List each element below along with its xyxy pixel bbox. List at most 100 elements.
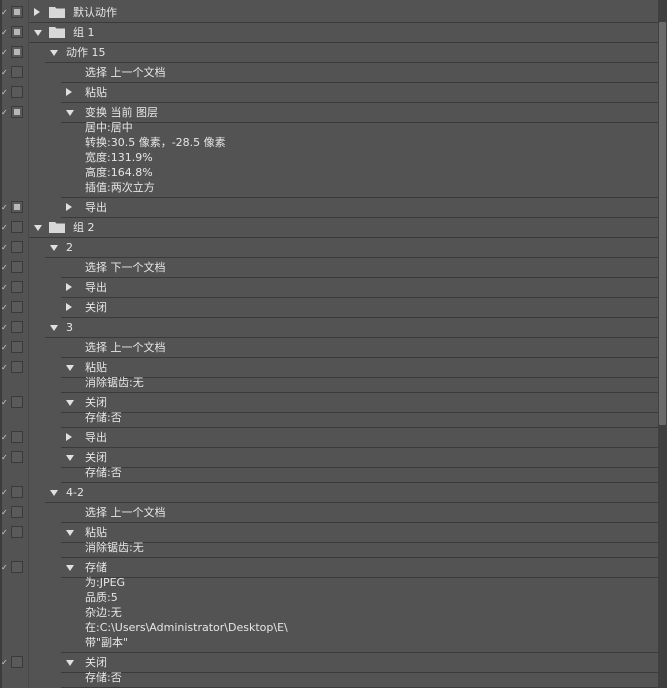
action-tree-label: 导出 [85, 431, 107, 444]
expanded-triangle-icon[interactable] [66, 365, 74, 371]
toggle-dialog-box-icon[interactable] [11, 241, 23, 253]
expanded-triangle-icon[interactable] [50, 325, 58, 331]
action-parameter-text: 存储:否 [85, 411, 122, 424]
toggle-item-check-icon[interactable]: ✓ [1, 88, 8, 97]
toggle-item-check-icon[interactable]: ✓ [1, 488, 8, 497]
toggle-dialog-box-icon[interactable] [11, 361, 23, 373]
action-tree-label: 粘贴 [85, 86, 107, 99]
toggle-item-check-icon[interactable]: ✓ [1, 283, 8, 292]
collapsed-triangle-icon[interactable] [66, 88, 72, 96]
toggle-item-check-icon[interactable]: ✓ [1, 398, 8, 407]
expanded-triangle-icon[interactable] [66, 455, 74, 461]
action-tree-row[interactable]: ✓ 3 [0, 318, 658, 338]
action-tree-row[interactable]: ✓ 选择 上一个文档 [0, 63, 658, 83]
toggle-item-check-icon[interactable]: ✓ [1, 363, 8, 372]
toggle-item-check-icon[interactable]: ✓ [1, 343, 8, 352]
collapsed-triangle-icon[interactable] [34, 8, 40, 16]
expanded-triangle-icon[interactable] [66, 530, 74, 536]
expanded-triangle-icon[interactable] [34, 225, 42, 231]
toggle-dialog-box-icon[interactable] [11, 66, 23, 78]
action-parameter-text: 消除锯齿:无 [85, 541, 144, 554]
toggle-dialog-box-icon[interactable] [11, 26, 23, 38]
toggle-item-check-icon[interactable]: ✓ [1, 528, 8, 537]
expanded-triangle-icon[interactable] [50, 490, 58, 496]
collapsed-triangle-icon[interactable] [66, 433, 72, 441]
toggle-item-check-icon[interactable]: ✓ [1, 68, 8, 77]
action-tree-label: 变换 当前 图层 [85, 106, 158, 119]
toggle-item-check-icon[interactable]: ✓ [1, 323, 8, 332]
action-parameter-text: 消除锯齿:无 [85, 376, 144, 389]
toggle-item-check-icon[interactable]: ✓ [1, 48, 8, 57]
toggle-dialog-box-icon[interactable] [11, 281, 23, 293]
expanded-triangle-icon[interactable] [50, 50, 58, 56]
toggle-item-check-icon[interactable]: ✓ [1, 453, 8, 462]
toggle-dialog-box-icon[interactable] [11, 486, 23, 498]
toggle-item-check-icon[interactable]: ✓ [1, 243, 8, 252]
action-tree-row[interactable]: ✓ 导出 [0, 428, 658, 448]
toggle-item-check-icon[interactable]: ✓ [1, 108, 8, 117]
action-tree-row[interactable]: ✓ 动作 15 [0, 43, 658, 63]
action-tree-row[interactable]: ✓ 4-2 [0, 483, 658, 503]
action-tree-label: 组 2 [73, 221, 95, 234]
collapsed-triangle-icon[interactable] [66, 283, 72, 291]
toggle-item-check-icon[interactable]: ✓ [1, 508, 8, 517]
row-separator [61, 377, 658, 378]
toggle-dialog-box-icon[interactable] [11, 561, 23, 573]
toggle-dialog-box-icon[interactable] [11, 341, 23, 353]
toggle-dialog-box-icon[interactable] [11, 451, 23, 463]
toggle-dialog-box-icon[interactable] [11, 46, 23, 58]
action-tree-row[interactable]: ✓ 组 2 [0, 218, 658, 238]
collapsed-triangle-icon[interactable] [66, 303, 72, 311]
expanded-triangle-icon[interactable] [66, 400, 74, 406]
toggle-dialog-box-icon[interactable] [11, 86, 23, 98]
action-tree-row[interactable]: ✓ 选择 上一个文档 [0, 503, 658, 523]
action-tree-row[interactable]: ✓ 导出 [0, 278, 658, 298]
toggle-dialog-box-icon[interactable] [11, 106, 23, 118]
toggle-dialog-box-icon[interactable] [11, 261, 23, 273]
toggle-item-check-icon[interactable]: ✓ [1, 263, 8, 272]
toggle-dialog-box-icon[interactable] [11, 6, 23, 18]
action-tree-row[interactable]: ✓ 关闭 [0, 298, 658, 318]
row-separator [61, 542, 658, 543]
action-tree-label: 关闭 [85, 301, 107, 314]
row-separator [61, 122, 658, 123]
action-tree-row[interactable]: ✓ 选择 上一个文档 [0, 338, 658, 358]
toggle-item-check-icon[interactable]: ✓ [1, 433, 8, 442]
toggle-item-check-icon[interactable]: ✓ [1, 223, 8, 232]
action-parameter-text: 为:JPEG [85, 576, 126, 589]
action-parameter-text: 品质:5 [85, 591, 118, 604]
action-tree-row[interactable]: ✓ 2 [0, 238, 658, 258]
expanded-triangle-icon[interactable] [66, 110, 74, 116]
toggle-item-check-icon[interactable]: ✓ [1, 28, 8, 37]
action-tree-row[interactable]: ✓ 默认动作 [0, 3, 658, 23]
toggle-item-check-icon[interactable]: ✓ [1, 303, 8, 312]
action-tree-row[interactable]: ✓ 粘贴 [0, 83, 658, 103]
action-tree-label: 动作 15 [66, 46, 106, 59]
action-tree-row[interactable]: ✓ 选择 下一个文档 [0, 258, 658, 278]
toggle-dialog-box-icon[interactable] [11, 201, 23, 213]
toggle-dialog-box-icon[interactable] [11, 396, 23, 408]
toggle-dialog-box-icon[interactable] [11, 321, 23, 333]
expanded-triangle-icon[interactable] [50, 245, 58, 251]
toggle-dialog-box-icon[interactable] [11, 656, 23, 668]
toggle-dialog-box-icon[interactable] [11, 506, 23, 518]
expanded-triangle-icon[interactable] [66, 660, 74, 666]
expanded-triangle-icon[interactable] [34, 30, 42, 36]
toggle-dialog-box-icon[interactable] [11, 526, 23, 538]
action-tree-label: 导出 [85, 201, 107, 214]
action-parameter-text: 宽度:131.9% [85, 151, 153, 164]
action-tree-row[interactable]: ✓ 导出 [0, 198, 658, 218]
actions-panel: ✓ 默认动作 ✓ 组 1 ✓ 动作 15 ✓ 选择 上一个文档 ✓ 粘贴 ✓ 变换 当前 图层 居中:居… [0, 0, 658, 688]
toggle-item-check-icon[interactable]: ✓ [1, 658, 8, 667]
action-tree-row[interactable]: ✓ 组 1 [0, 23, 658, 43]
toggle-dialog-box-icon[interactable] [11, 301, 23, 313]
toggle-item-check-icon[interactable]: ✓ [1, 563, 8, 572]
toggle-dialog-box-icon[interactable] [11, 431, 23, 443]
toggle-item-check-icon[interactable]: ✓ [1, 203, 8, 212]
action-tree-label: 关闭 [85, 451, 107, 464]
collapsed-triangle-icon[interactable] [66, 203, 72, 211]
toggle-item-check-icon[interactable]: ✓ [1, 8, 8, 17]
toggle-dialog-box-icon[interactable] [11, 221, 23, 233]
scrollbar-thumb[interactable] [659, 22, 666, 425]
expanded-triangle-icon[interactable] [66, 565, 74, 571]
